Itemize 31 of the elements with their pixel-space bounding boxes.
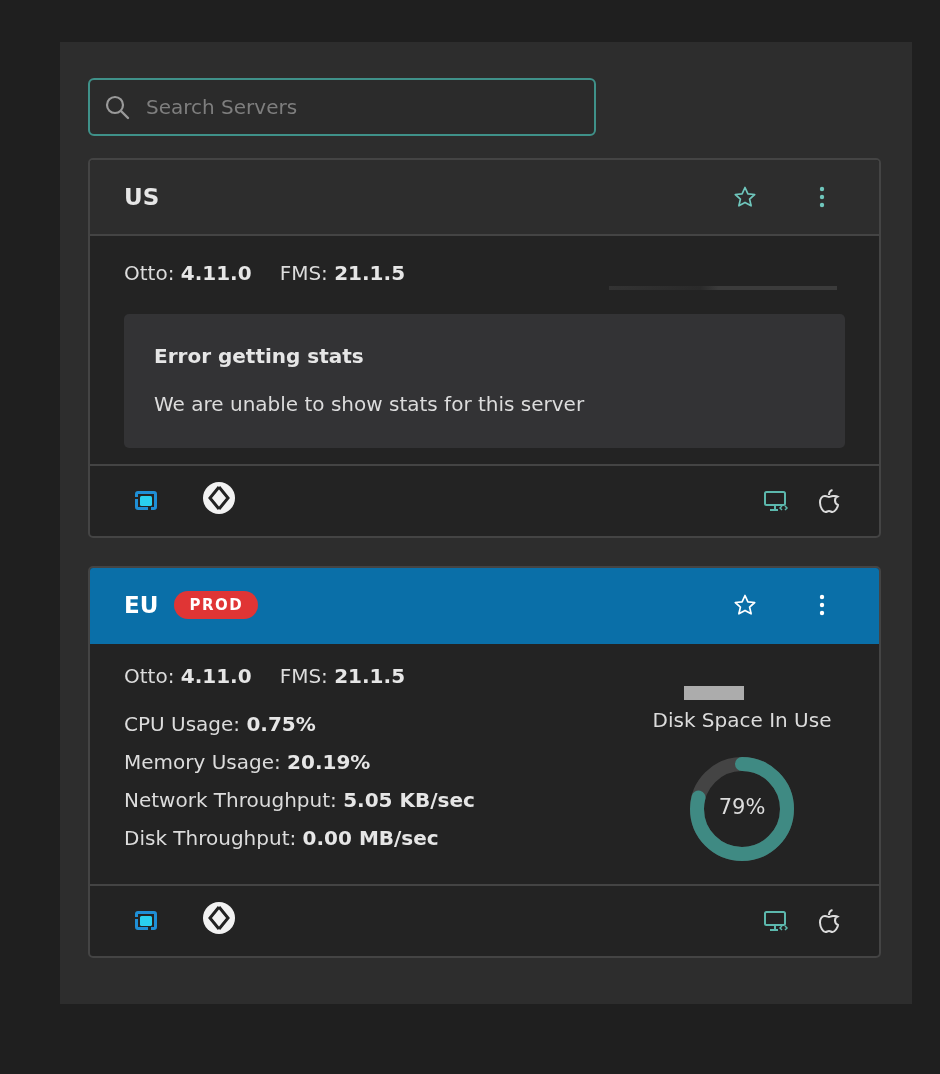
more-options-icon[interactable]	[819, 186, 825, 208]
star-icon[interactable]	[733, 593, 757, 617]
skeleton-bar	[684, 686, 744, 700]
search-field[interactable]: Search Servers	[88, 78, 596, 136]
diamond-logo-icon[interactable]	[202, 481, 236, 515]
monitor-code-icon[interactable]	[763, 490, 789, 512]
stat-text: Disk Throughput: 0.00 MB/sec	[124, 826, 440, 850]
environment-badge: PROD	[174, 591, 259, 619]
server-name: EU	[124, 592, 159, 618]
percentage-text: 79%	[717, 795, 767, 819]
version-text: Otto: 4.11.0	[124, 261, 252, 285]
version-text: Otto: 4.11.0	[124, 664, 252, 688]
version-text: FMS: 21.1.5	[279, 664, 406, 688]
error-message: We are unable to show stats for this server	[154, 392, 586, 416]
error-title: Error getting stats	[154, 344, 365, 368]
more-options-icon[interactable]	[819, 594, 825, 616]
apple-icon[interactable]	[817, 487, 841, 515]
diamond-logo-icon[interactable]	[202, 901, 236, 935]
search-icon	[104, 94, 130, 120]
card-header[interactable]: US	[90, 160, 879, 236]
apple-icon[interactable]	[817, 907, 841, 935]
stat-text: Memory Usage: 20.19%	[124, 750, 372, 774]
server-name: US	[124, 184, 160, 210]
stat-text: CPU Usage: 0.75%	[124, 712, 317, 736]
version-text: FMS: 21.1.5	[279, 261, 406, 285]
disk-space-label: Disk Space In Use	[652, 708, 832, 732]
star-icon[interactable]	[733, 185, 757, 209]
search-input[interactable]: Search Servers	[144, 94, 580, 120]
stat-text: Network Throughput: 5.05 KB/sec	[124, 788, 476, 812]
monitor-code-icon[interactable]	[763, 910, 789, 932]
card-header[interactable]: EU PROD	[90, 568, 879, 644]
